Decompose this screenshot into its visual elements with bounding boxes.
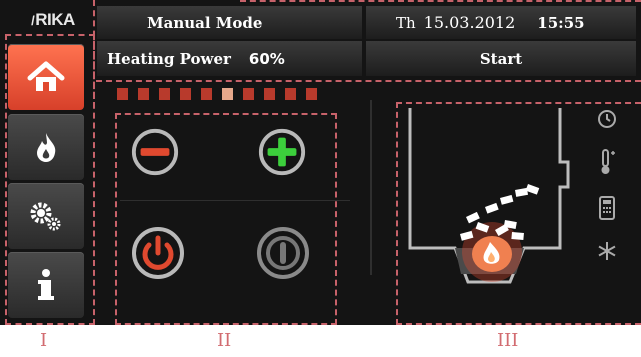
- region-outline-header-dash: [240, 0, 641, 2]
- column-divider: [370, 100, 372, 275]
- logo-text: RIKA: [35, 10, 75, 29]
- region-outline-III: [396, 102, 641, 325]
- region-outline-top: [93, 0, 641, 108]
- region-label-III: III: [497, 330, 519, 351]
- rika-logo: / RIKA: [31, 10, 75, 29]
- region-label-I: I: [40, 330, 48, 351]
- region-outline-I: [5, 34, 95, 325]
- region-label-II: II: [217, 330, 232, 351]
- region-outline-header-mid: [96, 80, 641, 82]
- region-outline-II: [115, 113, 337, 325]
